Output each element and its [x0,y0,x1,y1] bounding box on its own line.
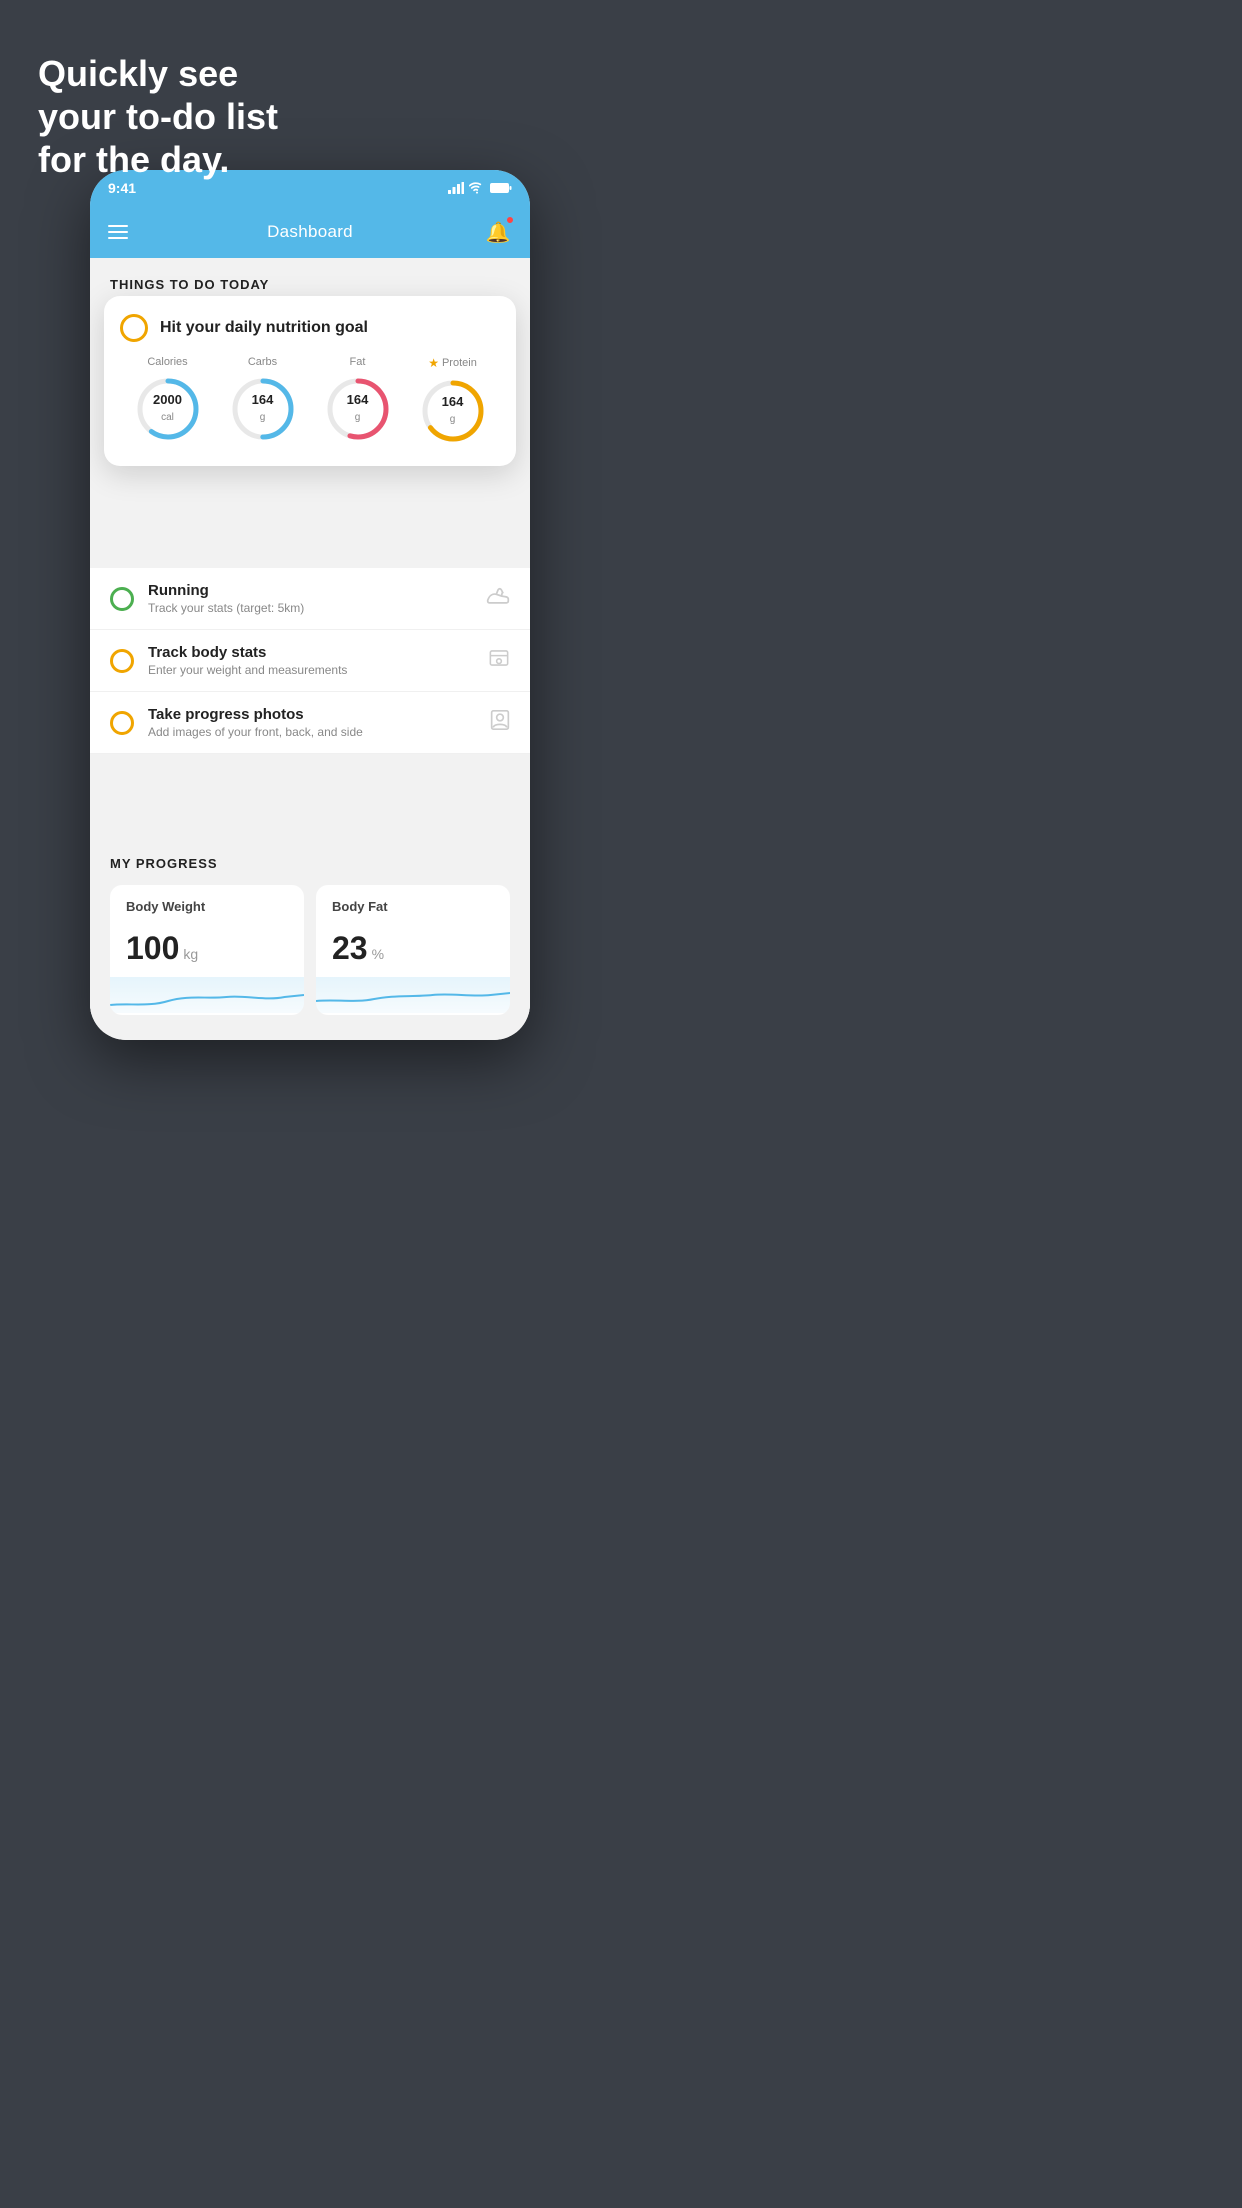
fat-value: 164 [347,393,369,407]
photos-title: Take progress photos [148,706,480,723]
calories-unit: cal [161,412,174,423]
running-text: Running Track your stats (target: 5km) [148,582,476,615]
fat-unit: g [355,412,361,423]
photos-text: Take progress photos Add images of your … [148,706,480,739]
body-stats-text: Track body stats Enter your weight and m… [148,644,478,677]
nutrition-check-circle [120,314,148,342]
protein-label: ★ Protein [428,356,477,370]
list-item[interactable]: Running Track your stats (target: 5km) [90,568,530,630]
nav-title: Dashboard [267,222,353,242]
portrait-icon [490,709,510,737]
wifi-icon [469,182,485,194]
body-fat-value: 23 [332,930,368,967]
battery-icon [490,182,512,194]
running-title: Running [148,582,476,599]
body-weight-value-row: 100 kg [126,930,288,967]
protein-star: ★ [428,356,439,370]
fat-stat: Fat 164 g [323,356,393,446]
nutrition-card-header: Hit your daily nutrition goal [120,314,500,342]
things-section-title: Things To Do Today [110,277,269,292]
calories-donut: 2000 cal [133,374,203,444]
running-check-circle [110,587,134,611]
hero-text: Quickly see your to-do list for the day. [38,52,278,182]
progress-section: My Progress Body Weight 100 kg Body [90,838,530,1015]
hero-line-1: Quickly see [38,52,278,95]
photos-subtitle: Add images of your front, back, and side [148,725,480,739]
status-time: 9:41 [108,180,136,196]
protein-unit: g [450,414,456,425]
notification-bell-button[interactable]: 🔔 [484,218,512,246]
body-stats-check-circle [110,649,134,673]
protein-donut: 164 g [418,376,488,446]
carbs-unit: g [260,412,266,423]
body-fat-chart [316,977,510,1013]
nutrition-card-title: Hit your daily nutrition goal [160,319,368,337]
hero-line-3: for the day. [38,138,278,181]
protein-value: 164 [442,395,464,409]
list-item[interactable]: Take progress photos Add images of your … [90,692,530,754]
body-weight-chart [110,977,304,1013]
hero-line-2: your to-do list [38,95,278,138]
progress-cards: Body Weight 100 kg Body Fat 23 [110,885,510,1015]
carbs-value: 164 [252,393,274,407]
fat-donut: 164 g [323,374,393,444]
body-fat-card[interactable]: Body Fat 23 % [316,885,510,1015]
fat-label: Fat [350,356,366,368]
content-area: Things To Do Today Hit your daily nutrit… [90,258,530,1040]
signal-icon [448,182,464,194]
calories-value: 2000 [153,393,182,407]
notification-dot [506,216,514,224]
carbs-stat: Carbs 164 g [228,356,298,446]
body-fat-unit: % [372,946,384,962]
body-fat-value-row: 23 % [332,930,494,967]
body-stats-subtitle: Enter your weight and measurements [148,663,478,677]
running-subtitle: Track your stats (target: 5km) [148,601,476,615]
list-item[interactable]: Track body stats Enter your weight and m… [90,630,530,692]
status-icons [448,182,512,194]
calories-stat: Calories 2000 cal [133,356,203,446]
nutrition-card[interactable]: Hit your daily nutrition goal Calories 2… [104,296,516,466]
carbs-donut: 164 g [228,374,298,444]
nutrition-stats: Calories 2000 cal Carbs [120,356,500,446]
running-shoe-icon [486,586,510,612]
nav-bar: Dashboard 🔔 [90,206,530,258]
body-fat-title: Body Fat [332,899,494,914]
phone-mockup: 9:41 [90,170,530,1040]
body-weight-card[interactable]: Body Weight 100 kg [110,885,304,1015]
body-weight-title: Body Weight [126,899,288,914]
body-stats-title: Track body stats [148,644,478,661]
protein-stat: ★ Protein 164 g [418,356,488,446]
todo-list: Running Track your stats (target: 5km) T… [90,568,530,754]
body-weight-unit: kg [183,946,198,962]
hamburger-menu[interactable] [108,225,128,239]
photos-check-circle [110,711,134,735]
carbs-label: Carbs [248,356,277,368]
body-weight-value: 100 [126,930,179,967]
progress-section-title: My Progress [110,856,510,871]
calories-label: Calories [147,356,187,368]
scale-icon [488,647,510,675]
